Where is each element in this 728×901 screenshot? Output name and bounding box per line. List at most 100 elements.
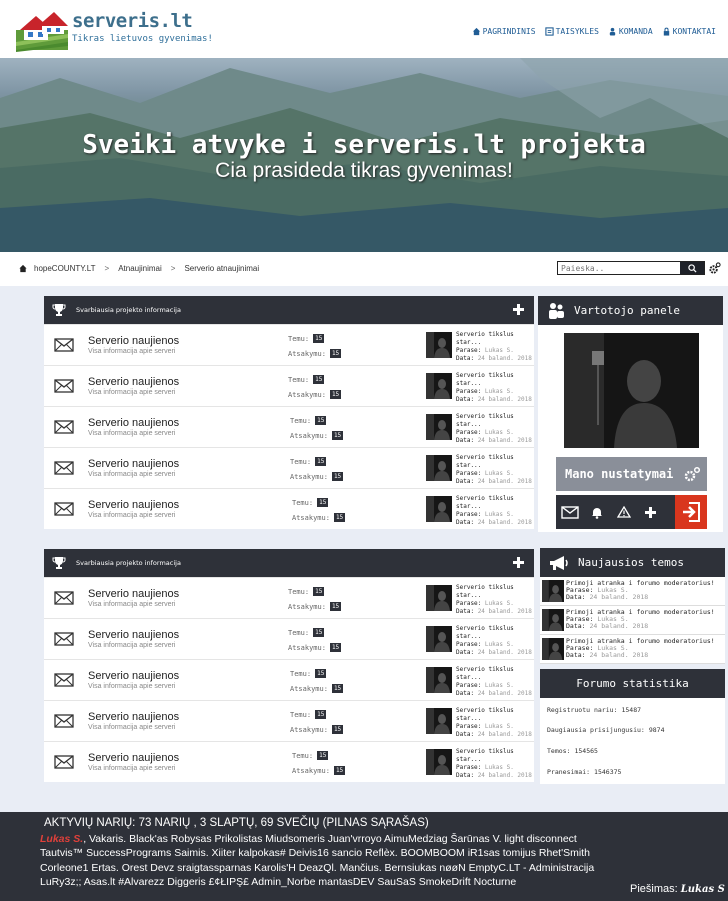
last-post-avatar[interactable]	[426, 708, 452, 734]
last-post-avatar[interactable]	[426, 749, 452, 775]
last-post-title[interactable]: Serverio tikslus star...	[456, 584, 534, 600]
logout-button[interactable]	[675, 495, 707, 529]
online-users-line[interactable]: Corleone1 Ertas. Orest Devz sraigtasspar…	[40, 861, 650, 875]
last-post-title[interactable]: Serverio tikslus star...	[456, 454, 534, 470]
last-post-avatar[interactable]	[426, 332, 452, 358]
last-post-avatar[interactable]	[426, 496, 452, 522]
stat-registered: Registruotu nariu: 15487	[547, 706, 642, 714]
forum-row[interactable]: Serverio naujienos Visa informacija apie …	[44, 741, 534, 782]
last-post-avatar[interactable]	[426, 585, 452, 611]
forum-row[interactable]: Serverio naujienos Visa informacija apie …	[44, 488, 534, 529]
breadcrumb-item-updates[interactable]: Atnaujinimai	[118, 264, 162, 273]
topic-author-avatar[interactable]	[542, 638, 564, 660]
last-post-title[interactable]: Serverio tikslus star...	[456, 331, 534, 347]
topic-author-avatar[interactable]	[542, 609, 564, 631]
last-post-avatar[interactable]	[426, 455, 452, 481]
online-users-line[interactable]: Tautvis™ SuccessPrograms Saimis. Xiiter …	[40, 846, 650, 860]
topic-author-avatar[interactable]	[542, 580, 564, 602]
forum-title[interactable]: Serverio naujienos	[88, 458, 179, 470]
breadcrumb-item-server-updates[interactable]: Serverio atnaujinimai	[184, 264, 259, 273]
last-post-title[interactable]: Serverio tikslus star...	[456, 748, 534, 764]
forum-title[interactable]: Serverio naujienos	[88, 335, 179, 347]
notifications-button[interactable]	[583, 495, 610, 529]
nav-home[interactable]: PAGRINDINIS	[472, 27, 536, 36]
last-post-title[interactable]: Serverio tikslus star...	[456, 625, 534, 641]
author-avatar	[426, 414, 452, 440]
forum-title[interactable]: Serverio naujienos	[88, 629, 179, 641]
online-users-title[interactable]: AKTYVIŲ NARIŲ: 73 NARIŲ , 3 SLAPTŲ, 69 S…	[44, 817, 429, 829]
nav-rules[interactable]: TAISYKLES	[544, 27, 599, 36]
last-post-title[interactable]: Serverio tikslus star...	[456, 372, 534, 388]
forum-title[interactable]: Serverio naujienos	[88, 417, 179, 429]
forum-title[interactable]: Serverio naujienos	[88, 670, 179, 682]
search-icon	[687, 263, 697, 273]
latest-topic-info: Primoji atranka i forumo moderatorius! Pa…	[566, 608, 715, 630]
topic-count: Temu: 15	[290, 457, 327, 466]
logo-house-icon[interactable]	[14, 6, 70, 52]
author-avatar	[542, 580, 564, 602]
last-post-author[interactable]: Lukas S.	[485, 470, 514, 477]
last-post-avatar[interactable]	[426, 414, 452, 440]
user-panel: Mano nustatymai	[538, 325, 723, 532]
last-post-author[interactable]: Lukas S.	[485, 682, 514, 689]
last-post-title[interactable]: Serverio tikslus star...	[456, 413, 534, 429]
reply-count: Atsakymu: 15	[288, 349, 342, 358]
forum-title[interactable]: Serverio naujienos	[88, 499, 179, 511]
messages-button[interactable]	[556, 495, 583, 529]
last-post-author[interactable]: Lukas S.	[485, 764, 514, 771]
forum-title[interactable]: Serverio naujienos	[88, 711, 179, 723]
author-avatar	[426, 749, 452, 775]
hero-title: Sveiki atvyke i serveris.lt projekta	[82, 130, 646, 160]
last-post-title[interactable]: Serverio tikslus star...	[456, 707, 534, 723]
latest-topic-item[interactable]: Primoji atranka i forumo moderatorius! Pa…	[540, 577, 725, 606]
forum-category-block: Svarbiausia projekto informacija Serveri…	[44, 296, 534, 529]
expand-plus-icon[interactable]	[513, 304, 524, 315]
online-users-line[interactable]: , Vakaris. Black'as Robysas Prikolistas …	[83, 833, 577, 845]
last-post-author[interactable]: Lukas S.	[485, 429, 514, 436]
last-post-author[interactable]: Lukas S.	[485, 600, 514, 607]
forum-row[interactable]: Serverio naujienos Visa informacija apie …	[44, 406, 534, 447]
home-icon[interactable]	[18, 264, 28, 273]
last-post-info: Serverio tikslus star... Parase: Lukas S.…	[456, 748, 534, 780]
search-input[interactable]	[558, 263, 678, 273]
forum-row[interactable]: Serverio naujienos Visa informacija apie …	[44, 618, 534, 659]
last-post-title[interactable]: Serverio tikslus star...	[456, 495, 534, 511]
envelope-icon	[54, 714, 74, 728]
last-post-avatar[interactable]	[426, 667, 452, 693]
online-user-highlight[interactable]: Lukas S.	[40, 833, 83, 845]
my-settings-button[interactable]: Mano nustatymai	[556, 457, 707, 491]
nav-team[interactable]: KOMANDA	[608, 27, 653, 36]
advanced-search-gear-icon[interactable]	[708, 262, 721, 275]
expand-plus-icon[interactable]	[513, 557, 524, 568]
forum-row[interactable]: Serverio naujienos Visa informacija apie …	[44, 700, 534, 741]
breadcrumb-item-home[interactable]: hopeCOUNTY.LT	[34, 264, 96, 273]
last-post-author[interactable]: Lukas S.	[485, 723, 514, 730]
avatar[interactable]	[564, 333, 699, 448]
search-button[interactable]	[680, 262, 704, 274]
new-topic-button[interactable]	[637, 495, 664, 529]
forum-title[interactable]: Serverio naujienos	[88, 376, 179, 388]
last-post-author[interactable]: Lukas S.	[485, 388, 514, 395]
forum-title[interactable]: Serverio naujienos	[88, 588, 179, 600]
nav-contacts[interactable]: KONTAKTAI	[662, 27, 716, 36]
last-post-info: Serverio tikslus star... Parase: Lukas S.…	[456, 372, 534, 404]
last-post-author[interactable]: Lukas S.	[485, 511, 514, 518]
last-post-info: Serverio tikslus star... Parase: Lukas S.…	[456, 495, 534, 527]
latest-topic-item[interactable]: Primoji atranka i forumo moderatorius! Pa…	[540, 606, 725, 635]
rules-icon	[544, 27, 554, 36]
forum-row[interactable]: Serverio naujienos Visa informacija apie …	[44, 365, 534, 406]
last-post-author[interactable]: Lukas S.	[485, 347, 514, 354]
latest-topic-item[interactable]: Primoji atranka i forumo moderatorius! Pa…	[540, 635, 725, 664]
forum-row[interactable]: Serverio naujienos Visa informacija apie …	[44, 447, 534, 488]
forum-row[interactable]: Serverio naujienos Visa informacija apie …	[44, 324, 534, 365]
forum-row[interactable]: Serverio naujienos Visa informacija apie …	[44, 577, 534, 618]
last-post-avatar[interactable]	[426, 626, 452, 652]
last-post-title[interactable]: Serverio tikslus star...	[456, 666, 534, 682]
forum-title[interactable]: Serverio naujienos	[88, 752, 179, 764]
online-users-line[interactable]: LuRy3z;; Asas.lt #Alvarezz Diggeris £¢ŁI…	[40, 875, 650, 889]
last-post-avatar[interactable]	[426, 373, 452, 399]
brand-name[interactable]: serveris.lt	[72, 10, 193, 32]
forum-row[interactable]: Serverio naujienos Visa informacija apie …	[44, 659, 534, 700]
warnings-button[interactable]	[610, 495, 637, 529]
last-post-author[interactable]: Lukas S.	[485, 641, 514, 648]
